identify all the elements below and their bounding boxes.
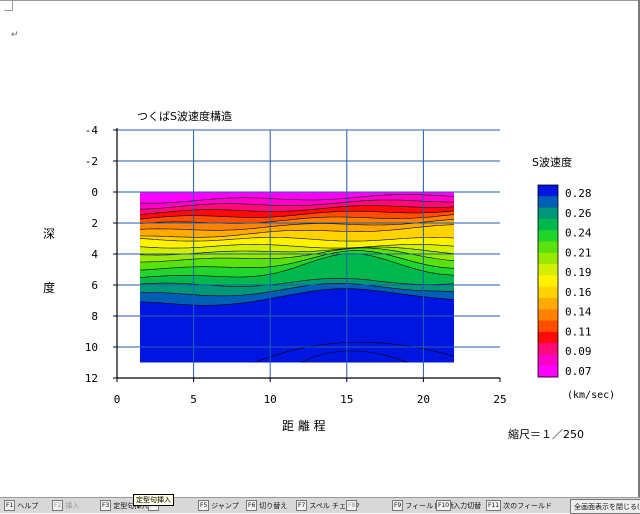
x-tick-label: 20 — [417, 393, 430, 406]
legend-swatch — [538, 241, 558, 254]
fkey-f1[interactable]: F1 ヘルプ — [4, 499, 38, 512]
y-tick-label: 6 — [91, 279, 98, 292]
legend-label: 0.24 — [565, 227, 592, 240]
function-key-bar: F1ヘルプF2挿入F3定型句挿入F4F5ジャンプF6切り替えF7スペル チェック… — [0, 497, 640, 514]
legend-swatch — [538, 297, 558, 310]
x-tick-label: 25 — [493, 393, 506, 406]
legend-swatch — [538, 365, 558, 378]
x-tick-label: 10 — [264, 393, 277, 406]
fkey-badge: F1 — [4, 500, 16, 511]
y-tick-label: 10 — [85, 341, 98, 354]
fkey-f11[interactable]: F11 次のフィールド — [486, 499, 552, 512]
legend-label: 0.11 — [565, 325, 592, 338]
x-tick-label: 15 — [340, 393, 353, 406]
fkey-badge: F3 — [100, 500, 112, 511]
fkey-label: 挿入 — [65, 501, 80, 510]
chart-title: つくばS波速度構造 — [137, 109, 232, 123]
fkey-badge: F6 — [246, 500, 258, 511]
x-axis-label: 距 離 程 — [282, 418, 326, 433]
legend-swatch — [538, 207, 558, 220]
fkey-badge: F5 — [198, 500, 210, 511]
legend-swatch — [538, 185, 558, 197]
fkey-label: 次のフィールド — [503, 501, 552, 510]
fkey-f2[interactable]: F2 挿入 — [52, 499, 79, 512]
fkey-badge: F2 — [52, 500, 64, 511]
fkey-badge: F10 — [436, 500, 452, 511]
legend-swatch — [538, 252, 558, 265]
fkey-f6[interactable]: F6 切り替え — [246, 499, 287, 512]
y-tick-label: -2 — [85, 155, 98, 168]
legend-label: 0.21 — [565, 246, 592, 259]
legend-label: 0.09 — [565, 345, 592, 358]
legend-title: S波速度 — [532, 155, 572, 169]
y-tick-label: 12 — [85, 372, 98, 385]
fkey-badge: F7 — [296, 500, 308, 511]
fkey-badge: F9 — [392, 500, 404, 511]
fkey-label: ジャンプ — [211, 501, 239, 510]
fkey-badge: F11 — [486, 500, 502, 511]
legend-label: 0.26 — [565, 207, 592, 220]
legend-swatch — [538, 275, 558, 288]
legend-label: 0.28 — [565, 187, 592, 200]
legend-label: 0.14 — [565, 306, 592, 319]
y-tick-label: 8 — [91, 310, 98, 323]
fkey-f10[interactable]: F10 入力切替 — [436, 499, 481, 512]
y-tick-label: 4 — [91, 248, 98, 261]
legend-swatch — [538, 218, 558, 231]
x-tick-label: 0 — [114, 393, 121, 406]
x-tick-label: 5 — [190, 393, 197, 406]
legend-label: 0.16 — [565, 286, 592, 299]
legend-swatch — [538, 331, 558, 344]
legend-swatch — [538, 309, 558, 322]
tooltip: 定型句挿入 — [133, 494, 174, 506]
y-axis-label-char-1: 深 — [43, 227, 55, 241]
legend-swatch — [538, 343, 558, 355]
legend-unit: (km/sec) — [567, 390, 615, 401]
fkey-f5[interactable]: F5 ジャンプ — [198, 499, 239, 512]
fkey-badge: F8 — [346, 500, 358, 511]
legend-label: 0.19 — [565, 266, 592, 279]
y-tick-label: 2 — [91, 217, 98, 230]
legend-label: 0.07 — [565, 365, 592, 378]
fkey-f8[interactable]: F8 — [346, 499, 359, 512]
y-tick-label: 0 — [91, 186, 98, 199]
fkey-label: ヘルプ — [17, 501, 39, 510]
y-axis-label-char-2: 度 — [43, 280, 55, 295]
fkey-label: 切り替え — [259, 501, 288, 510]
legend-swatch — [538, 354, 558, 367]
legend-swatch — [538, 320, 558, 333]
velocity-chart: つくばS波速度構造 -4 -2 0 2 4 6 8 10 12 0 5 10 15 20 25 0.28 0.… — [43, 109, 615, 441]
legend-swatch — [538, 230, 558, 242]
fkey-label: 入力切替 — [453, 501, 482, 510]
scale-text: 縮尺＝１／250 — [508, 427, 584, 441]
legend-swatch — [538, 286, 558, 299]
legend-swatch — [538, 196, 558, 209]
y-tick-label: -4 — [85, 124, 99, 137]
legend-swatch — [538, 264, 558, 276]
fkey-label: 全画面表示を閉じる(C) — [574, 502, 640, 511]
